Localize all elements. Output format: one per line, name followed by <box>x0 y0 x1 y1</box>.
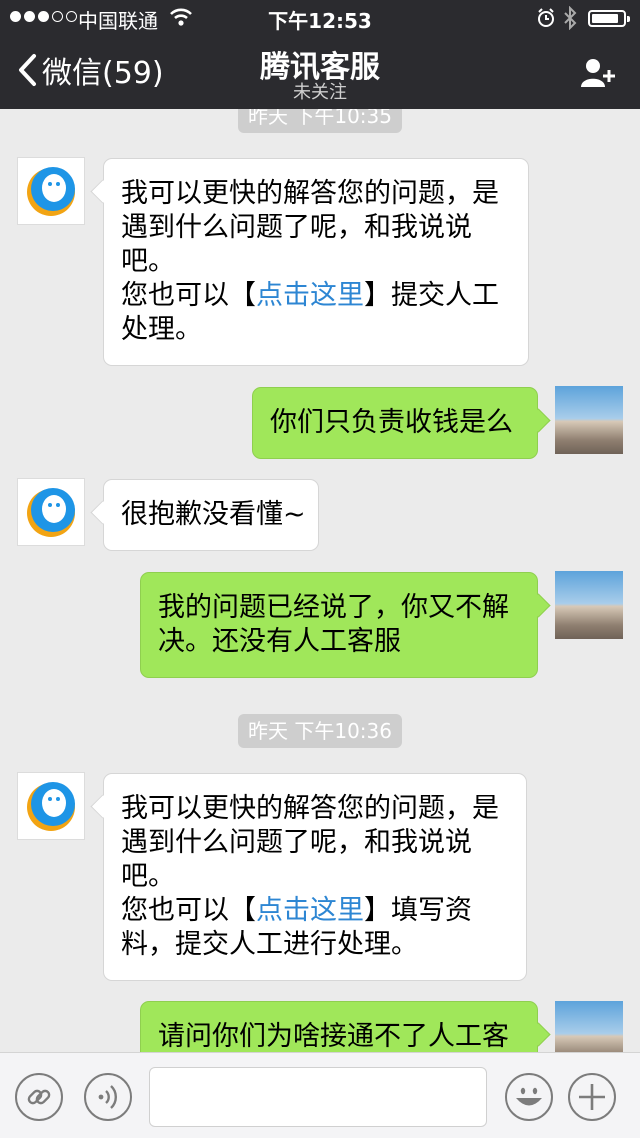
user-avatar[interactable] <box>555 571 623 639</box>
timestamp: 昨天 下午10:36 <box>238 714 402 748</box>
user-avatar[interactable] <box>555 1001 623 1052</box>
input-toolbar <box>0 1052 640 1138</box>
follow-status: 未关注 <box>293 82 347 103</box>
message-text: 你们只负责收钱是么 <box>270 407 513 438</box>
bot-avatar[interactable] <box>17 157 85 225</box>
bluetooth-icon <box>564 6 577 30</box>
message-incoming: 很抱歉没看懂~ <box>103 479 319 551</box>
voice-button[interactable] <box>84 1073 132 1121</box>
message-text: 】提交人工 <box>364 280 499 311</box>
battery-icon <box>588 10 630 27</box>
message-text: 遇到什么问题了呢，和我说说 <box>121 212 472 243</box>
emoji-icon <box>516 1087 542 1106</box>
link-icon <box>27 1089 51 1105</box>
bot-avatar[interactable] <box>17 772 85 840</box>
qq-penguin-icon <box>27 488 75 537</box>
top-bar: 中国联通 下午12:53 微信(59) 腾讯客服 未关注 <box>0 0 640 109</box>
timestamp: 昨天 下午10:35 <box>238 109 402 133</box>
battery-level <box>592 14 618 23</box>
message-text: 料，提交人工进行处理。 <box>121 929 418 960</box>
voice-icon <box>98 1085 117 1109</box>
click-here-link[interactable]: 点击这里 <box>256 895 364 926</box>
more-button[interactable] <box>568 1073 616 1121</box>
message-text: 吧。 <box>121 246 175 277</box>
message-text: 决。还没有人工客服 <box>158 626 401 657</box>
message-text: 我可以更快的解答您的问题，是 <box>121 793 499 824</box>
message-text: 吧。 <box>121 861 175 892</box>
message-input[interactable] <box>149 1067 487 1127</box>
bot-avatar[interactable] <box>17 478 85 546</box>
message-outgoing: 你们只负责收钱是么 <box>252 387 538 459</box>
message-text: 】填写资 <box>364 895 472 926</box>
message-text: 处理。 <box>121 314 202 345</box>
message-outgoing: 我的问题已经说了，你又不解 决。还没有人工客服 <box>140 572 538 678</box>
emoji-button[interactable] <box>505 1073 553 1121</box>
message-text: 您也可以【 <box>121 895 256 926</box>
plus-icon <box>579 1084 605 1110</box>
qq-penguin-icon <box>27 167 75 216</box>
message-incoming: 我可以更快的解答您的问题，是 遇到什么问题了呢，和我说说 吧。 您也可以【点击这… <box>103 773 527 981</box>
message-text: 我的问题已经说了，你又不解 <box>158 592 509 623</box>
alarm-clock-icon <box>538 8 554 27</box>
message-text: 遇到什么问题了呢，和我说说 <box>121 827 472 858</box>
message-text: 我可以更快的解答您的问题，是 <box>121 178 499 209</box>
message-text: 很抱歉没看懂~ <box>121 499 306 530</box>
qq-penguin-icon <box>27 782 75 831</box>
nav-bar: 微信(59) 腾讯客服 未关注 <box>0 36 640 109</box>
message-incoming: 我可以更快的解答您的问题，是 遇到什么问题了呢，和我说说 吧。 您也可以【点击这… <box>103 158 529 366</box>
add-user-icon[interactable] <box>578 56 618 90</box>
chat-area[interactable]: 昨天 下午10:35 我可以更快的解答您的问题，是 遇到什么问题了呢，和我说说 … <box>0 109 640 1052</box>
link-button[interactable] <box>15 1073 63 1121</box>
message-text: 请问你们为啥接通不了人工客 <box>158 1021 509 1052</box>
click-here-link[interactable]: 点击这里 <box>256 280 364 311</box>
user-avatar[interactable] <box>555 386 623 454</box>
message-outgoing: 请问你们为啥接通不了人工客 <box>140 1001 538 1052</box>
message-text: 您也可以【 <box>121 280 256 311</box>
status-bar: 中国联通 下午12:53 <box>0 0 640 36</box>
